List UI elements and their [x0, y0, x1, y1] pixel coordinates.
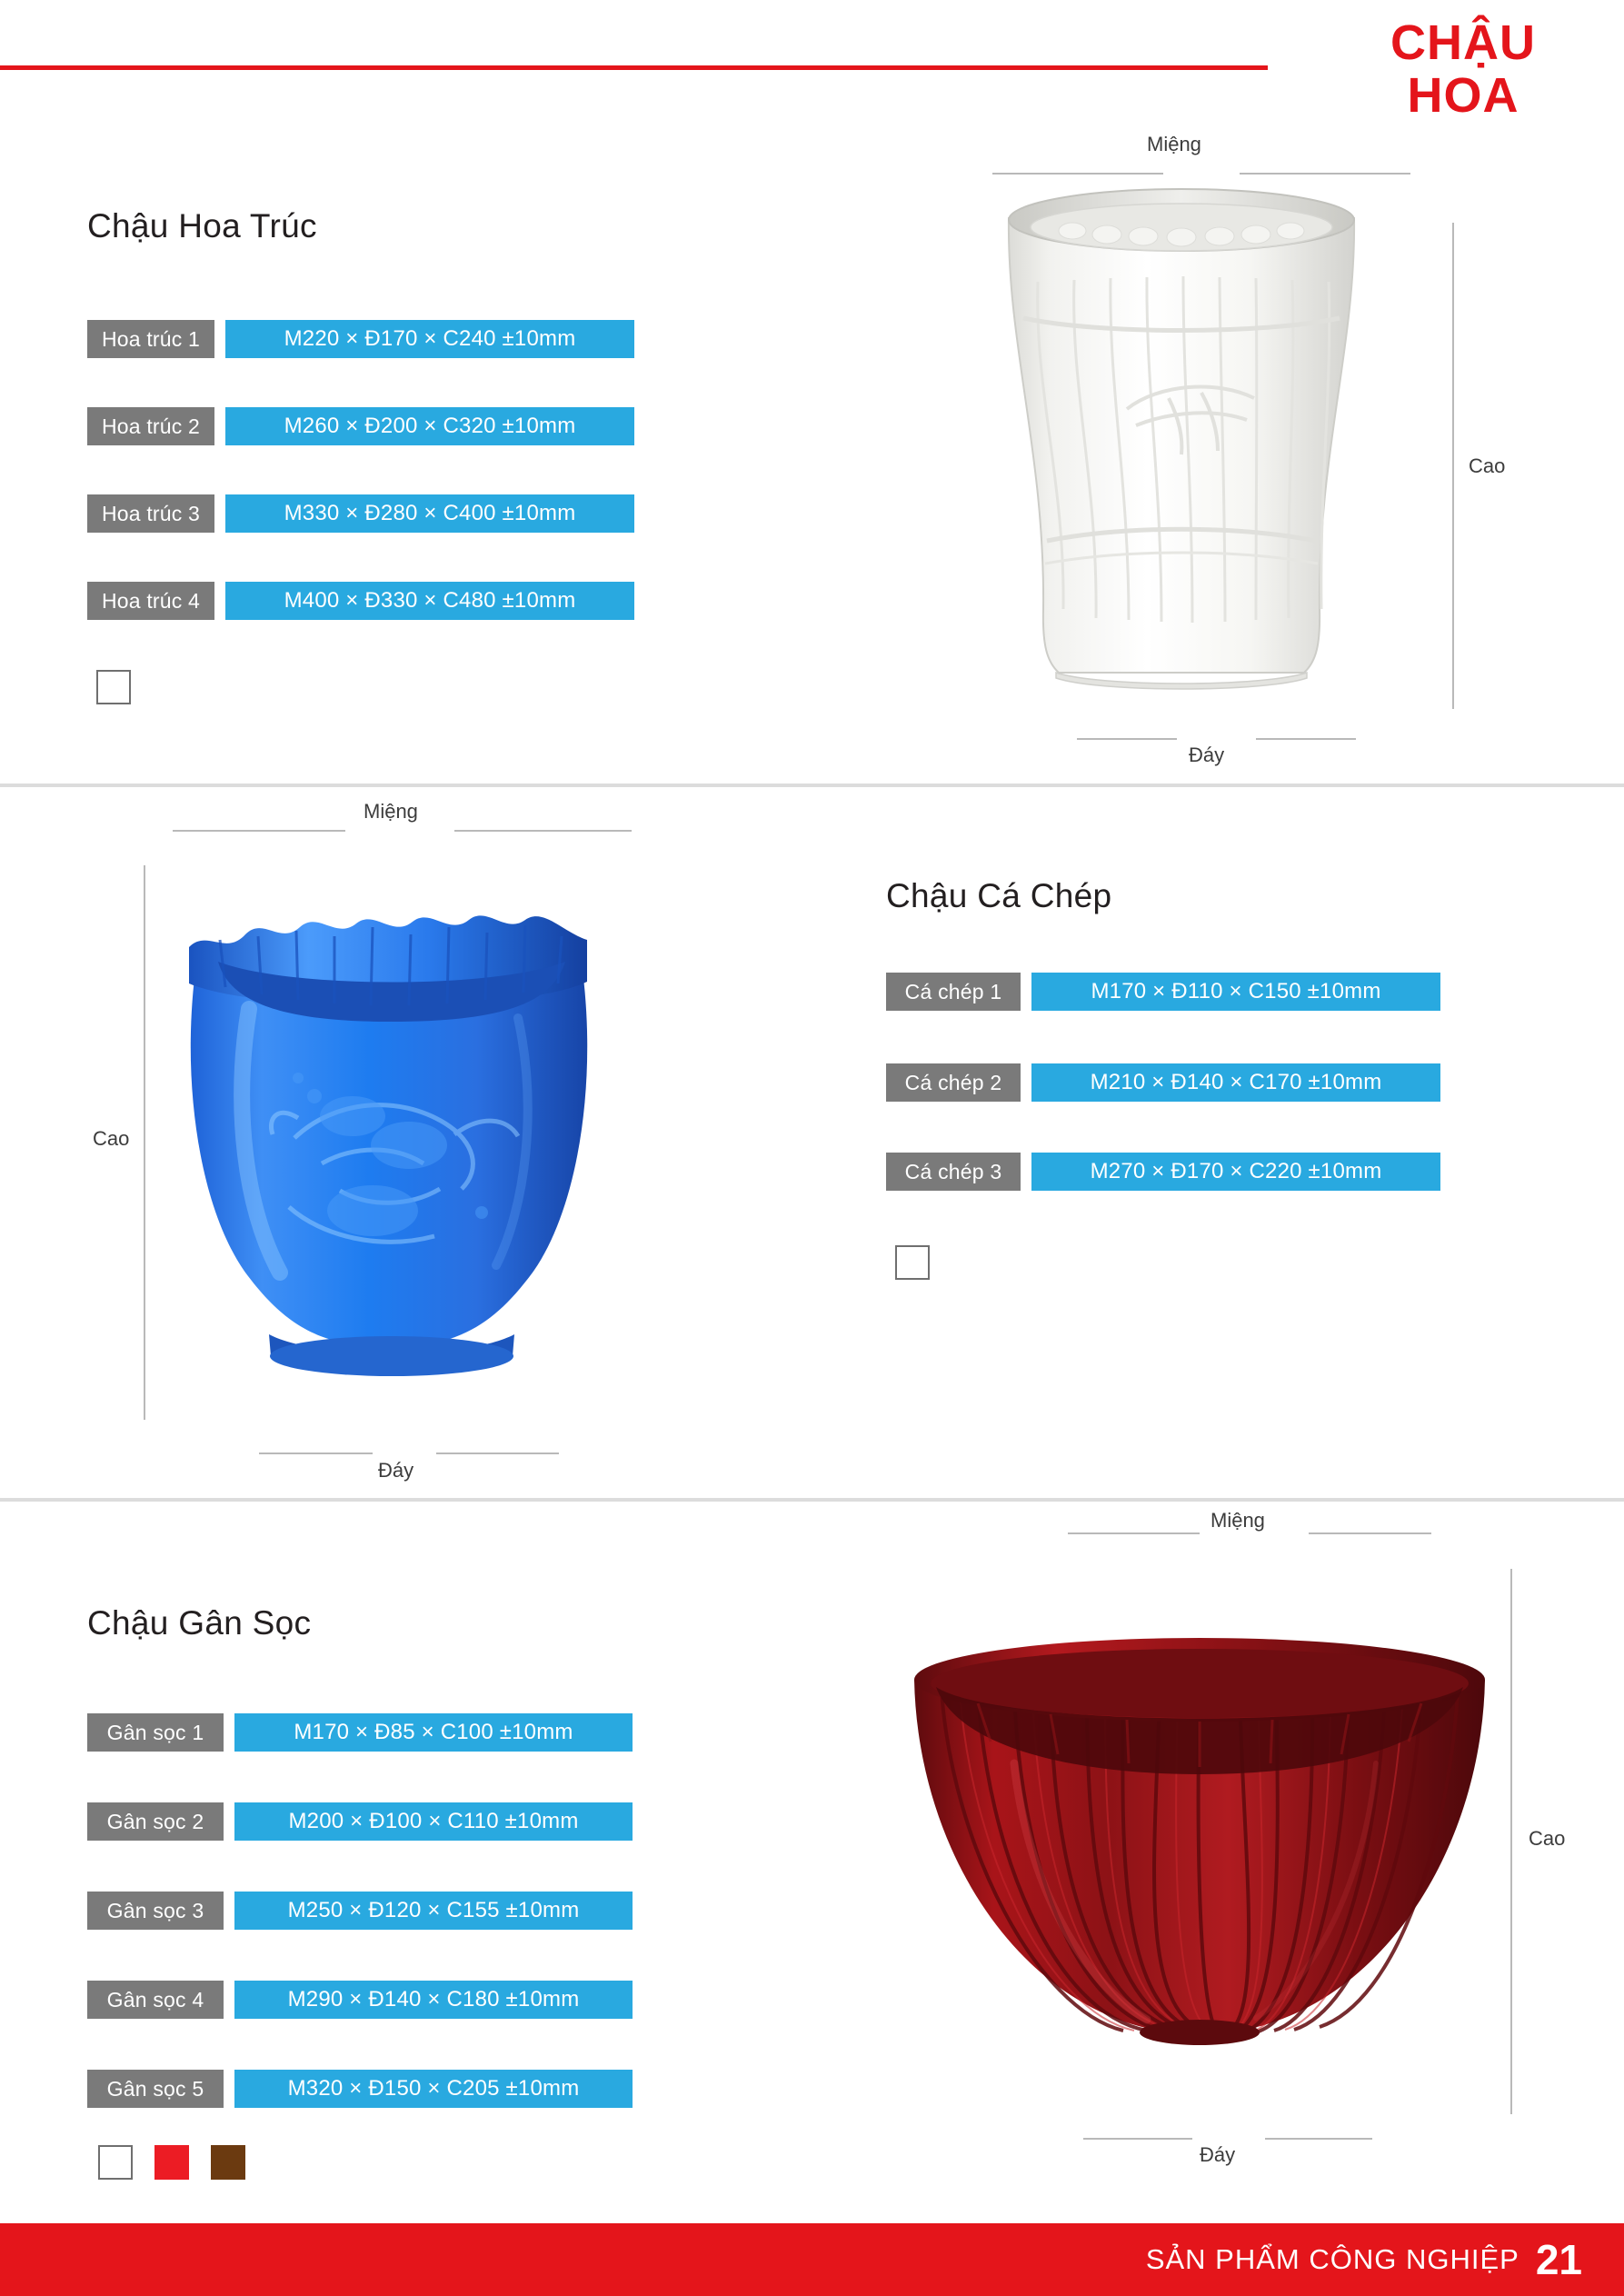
spec-value: M330 × Đ280 × C400 ±10mm	[225, 494, 634, 533]
spec-value: M250 × Đ120 × C155 ±10mm	[234, 1892, 633, 1930]
guide-line-bottom-left	[1083, 2138, 1192, 2140]
section-title-hoa-truc: Chậu Hoa Trúc	[87, 207, 317, 245]
spec-row: Gân sọc 4 M290 × Đ140 × C180 ±10mm	[87, 1981, 633, 2019]
color-swatch-red	[154, 2145, 189, 2180]
spec-row: Cá chép 2 M210 × Đ140 × C170 ±10mm	[886, 1063, 1440, 1102]
color-swatch-white	[98, 2145, 133, 2180]
spec-value: M270 × Đ170 × C220 ±10mm	[1031, 1153, 1440, 1191]
spec-row: Hoa trúc 4 M400 × Đ330 × C480 ±10mm	[87, 582, 634, 620]
spec-name: Hoa trúc 1	[87, 320, 214, 358]
footer-page-number: 21	[1535, 2236, 1582, 2283]
spec-name: Gân sọc 5	[87, 2070, 224, 2108]
page-title-line2: HOA	[1407, 68, 1519, 123]
section-title-gan-soc: Chậu Gân Sọc	[87, 1604, 312, 1642]
spec-name: Gân sọc 2	[87, 1802, 224, 1841]
section-divider-1	[0, 784, 1624, 787]
spec-row: Gân sọc 1 M170 × Đ85 × C100 ±10mm	[87, 1713, 633, 1752]
guide-line-height	[1452, 223, 1454, 709]
footer-text: SẢN PHẨM CÔNG NGHIỆP	[1145, 2243, 1519, 2275]
page-footer: SẢN PHẨM CÔNG NGHIỆP 21	[0, 2223, 1624, 2296]
spec-name: Cá chép 3	[886, 1153, 1021, 1191]
guide-line-top-left	[992, 173, 1163, 175]
guide-label-cao: Cao	[93, 1127, 130, 1150]
spec-row: Hoa trúc 3 M330 × Đ280 × C400 ±10mm	[87, 494, 634, 533]
guide-label-mieng: Miệng	[1147, 133, 1201, 155]
guide-line-top-right	[1240, 173, 1410, 175]
guide-line-top-right	[1309, 1532, 1431, 1534]
guide-line-top-left	[173, 830, 345, 832]
spec-name: Gân sọc 3	[87, 1892, 224, 1930]
spec-value: M170 × Đ110 × C150 ±10mm	[1031, 973, 1440, 1011]
spec-value: M290 × Đ140 × C180 ±10mm	[234, 1981, 633, 2019]
spec-row: Hoa trúc 2 M260 × Đ200 × C320 ±10mm	[87, 407, 634, 445]
guide-label-day: Đáy	[1189, 744, 1225, 766]
spec-name: Gân sọc 1	[87, 1713, 224, 1752]
spec-row: Gân sọc 3 M250 × Đ120 × C155 ±10mm	[87, 1892, 633, 1930]
section-title-ca-chep: Chậu Cá Chép	[886, 877, 1112, 914]
spec-row: Cá chép 3 M270 × Đ170 × C220 ±10mm	[886, 1153, 1440, 1191]
product-image-gan-soc	[900, 1627, 1518, 2122]
spec-name: Hoa trúc 3	[87, 494, 214, 533]
spec-value: M320 × Đ150 × C205 ±10mm	[234, 2070, 633, 2108]
spec-row: Gân sọc 2 M200 × Đ100 × C110 ±10mm	[87, 1802, 633, 1841]
guide-label-mieng: Miệng	[1211, 1509, 1265, 1532]
spec-row: Cá chép 1 M170 × Đ110 × C150 ±10mm	[886, 973, 1440, 1011]
spec-value: M400 × Đ330 × C480 ±10mm	[225, 582, 634, 620]
guide-line-bottom-right	[1265, 2138, 1372, 2140]
guide-label-day: Đáy	[378, 1459, 414, 1482]
spec-row: Gân sọc 5 M320 × Đ150 × C205 ±10mm	[87, 2070, 633, 2108]
color-swatch-white	[96, 670, 131, 704]
spec-name: Cá chép 1	[886, 973, 1021, 1011]
guide-label-cao: Cao	[1529, 1827, 1566, 1850]
product-image-hoa-truc	[991, 182, 1418, 741]
guide-line-bottom-left	[259, 1452, 373, 1454]
color-swatch-white	[895, 1245, 930, 1280]
guide-line-top-left	[1068, 1532, 1200, 1534]
header-rule	[0, 65, 1268, 70]
spec-name: Cá chép 2	[886, 1063, 1021, 1102]
guide-label-cao: Cao	[1469, 454, 1506, 477]
guide-line-top-right	[454, 830, 632, 832]
spec-name: Hoa trúc 2	[87, 407, 214, 445]
spec-value: M170 × Đ85 × C100 ±10mm	[234, 1713, 633, 1752]
guide-line-height	[144, 865, 145, 1420]
section-divider-2	[0, 1498, 1624, 1502]
spec-value: M260 × Đ200 × C320 ±10mm	[225, 407, 634, 445]
page-title-line1: CHẬU	[1390, 15, 1536, 70]
guide-label-mieng: Miệng	[364, 800, 418, 823]
spec-name: Gân sọc 4	[87, 1981, 224, 2019]
spec-name: Hoa trúc 4	[87, 582, 214, 620]
page-title: CHẬU HOA	[1340, 16, 1586, 122]
guide-label-day: Đáy	[1200, 2143, 1236, 2166]
spec-value: M210 × Đ140 × C170 ±10mm	[1031, 1063, 1440, 1102]
guide-line-bottom-right	[436, 1452, 559, 1454]
color-swatch-brown	[211, 2145, 245, 2180]
spec-row: Hoa trúc 1 M220 × Đ170 × C240 ±10mm	[87, 320, 634, 358]
product-image-ca-chep	[162, 845, 743, 1432]
page-header: CHẬU HOA	[0, 0, 1624, 136]
spec-value: M200 × Đ100 × C110 ±10mm	[234, 1802, 633, 1841]
spec-value: M220 × Đ170 × C240 ±10mm	[225, 320, 634, 358]
